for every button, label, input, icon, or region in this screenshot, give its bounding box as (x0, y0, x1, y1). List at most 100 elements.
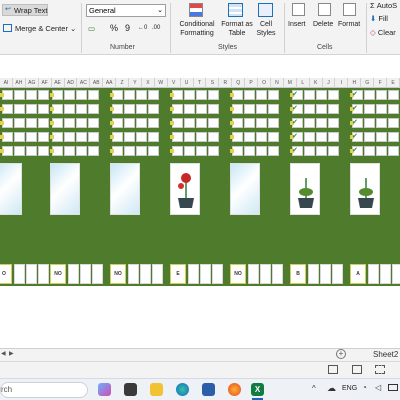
checkbox-cell[interactable] (196, 118, 207, 128)
checkbox-cell[interactable] (376, 104, 387, 114)
checkbox-cell[interactable] (328, 146, 339, 156)
checkbox-cell[interactable] (256, 132, 267, 142)
checkbox-cell[interactable] (184, 90, 195, 100)
wrap-text-button[interactable]: ↩ Wrap Text (2, 4, 48, 16)
checkbox-cell[interactable] (64, 90, 75, 100)
checkbox-cell[interactable] (38, 132, 49, 142)
checkbox-cell[interactable] (136, 90, 147, 100)
column-header[interactable]: Y (129, 78, 142, 88)
checkbox-cell[interactable] (88, 146, 99, 156)
column-header[interactable]: K (310, 78, 323, 88)
number-format-dropdown[interactable]: General ⌄ (86, 4, 166, 17)
checkbox-cell[interactable] (14, 132, 25, 142)
firefox-icon[interactable] (228, 383, 241, 396)
checkbox-cell[interactable] (14, 118, 25, 128)
checkbox-cell[interactable] (196, 132, 207, 142)
checkbox-cell[interactable] (38, 118, 49, 128)
file-explorer-icon[interactable] (150, 383, 163, 396)
checkbox-cell[interactable] (148, 132, 159, 142)
checkbox-cell[interactable] (124, 104, 135, 114)
checkbox-cell[interactable] (124, 132, 135, 142)
checkbox-cell[interactable] (38, 146, 49, 156)
language-indicator[interactable]: ENG (342, 385, 357, 392)
checkbox-cell[interactable] (64, 146, 75, 156)
currency-icon[interactable]: ▭ (88, 24, 95, 34)
column-header[interactable]: F (374, 78, 388, 88)
column-header[interactable]: X (142, 78, 155, 88)
checkbox-cell[interactable] (14, 90, 25, 100)
page-layout-icon[interactable] (352, 365, 362, 374)
column-header[interactable]: AB (90, 78, 104, 88)
checkbox-cell[interactable] (268, 90, 279, 100)
checkbox-cell[interactable] (316, 146, 327, 156)
column-header[interactable]: O (258, 78, 271, 88)
increase-decimal-icon[interactable]: ←0 (138, 23, 147, 33)
blank-answer-cell[interactable] (272, 264, 283, 284)
answer-label-cell[interactable]: NO (50, 264, 66, 284)
checkbox-cell[interactable] (88, 132, 99, 142)
checkbox-cell[interactable] (256, 118, 267, 128)
checkbox-cell[interactable] (328, 132, 339, 142)
normal-view-icon[interactable] (328, 365, 338, 374)
checkbox-cell[interactable] (76, 132, 87, 142)
answer-label-cell[interactable]: O (0, 264, 12, 284)
checkbox-cell[interactable] (88, 118, 99, 128)
format-button[interactable]: Format (338, 2, 362, 42)
checkbox-cell[interactable] (364, 118, 375, 128)
delete-button[interactable]: Delete (313, 2, 337, 42)
checkbox-cell[interactable] (124, 146, 135, 156)
checkbox-cell[interactable] (76, 118, 87, 128)
checkbox-cell[interactable] (148, 146, 159, 156)
blank-answer-cell[interactable] (212, 264, 223, 284)
checkbox-cell[interactable] (136, 104, 147, 114)
column-header[interactable]: AI (0, 78, 13, 88)
blank-answer-cell[interactable] (368, 264, 379, 284)
conditional-formatting-button[interactable]: Conditional Formatting (174, 2, 220, 42)
column-header[interactable]: P (245, 78, 259, 88)
column-header[interactable]: S (206, 78, 220, 88)
checkbox-cell[interactable] (88, 104, 99, 114)
checkbox-cell[interactable] (148, 104, 159, 114)
checkbox-cell[interactable] (304, 118, 315, 128)
checkbox-cell[interactable] (208, 132, 219, 142)
checkbox-cell[interactable] (388, 146, 399, 156)
column-header[interactable]: N (271, 78, 284, 88)
battery-icon[interactable] (388, 384, 398, 391)
checkbox-cell[interactable] (184, 132, 195, 142)
column-header[interactable]: J (323, 78, 336, 88)
checkbox-cell[interactable] (364, 90, 375, 100)
scroll-right-icon[interactable]: ▶ (9, 350, 14, 357)
blank-answer-cell[interactable] (38, 264, 49, 284)
checkbox-cell[interactable] (14, 146, 25, 156)
checkbox-cell[interactable] (38, 90, 49, 100)
checkbox-cell[interactable] (184, 146, 195, 156)
excel-icon[interactable]: X (251, 383, 264, 396)
fill-button[interactable]: ⬇ Fill (370, 14, 388, 24)
ice-card[interactable] (0, 163, 22, 215)
checkbox-cell[interactable] (268, 104, 279, 114)
column-header[interactable]: AH (13, 78, 26, 88)
checkbox-cell[interactable] (364, 132, 375, 142)
autosum-button[interactable]: Σ AutoS (370, 1, 397, 11)
blank-answer-cell[interactable] (128, 264, 139, 284)
checkbox-cell[interactable] (38, 104, 49, 114)
checkbox-cell[interactable] (196, 104, 207, 114)
blank-answer-cell[interactable] (14, 264, 25, 284)
rose-card[interactable] (170, 163, 200, 215)
checkbox-cell[interactable] (244, 132, 255, 142)
checkbox-cell[interactable] (244, 90, 255, 100)
checkbox-cell[interactable] (196, 146, 207, 156)
checkbox-cell[interactable] (376, 118, 387, 128)
checkbox-cell[interactable] (268, 132, 279, 142)
cell-styles-button[interactable]: Cell Styles (252, 2, 280, 42)
comma-button[interactable]: 9 (125, 23, 130, 33)
blank-answer-cell[interactable] (200, 264, 211, 284)
checkbox-cell[interactable] (76, 90, 87, 100)
checkbox-cell[interactable] (26, 90, 37, 100)
column-header[interactable]: E (387, 78, 400, 88)
blank-answer-cell[interactable] (152, 264, 163, 284)
checkbox-cell[interactable] (208, 90, 219, 100)
checkbox-cell[interactable] (316, 118, 327, 128)
column-header[interactable]: AG (26, 78, 39, 88)
merge-center-button[interactable]: Merge & Center ⌄ (2, 23, 78, 35)
